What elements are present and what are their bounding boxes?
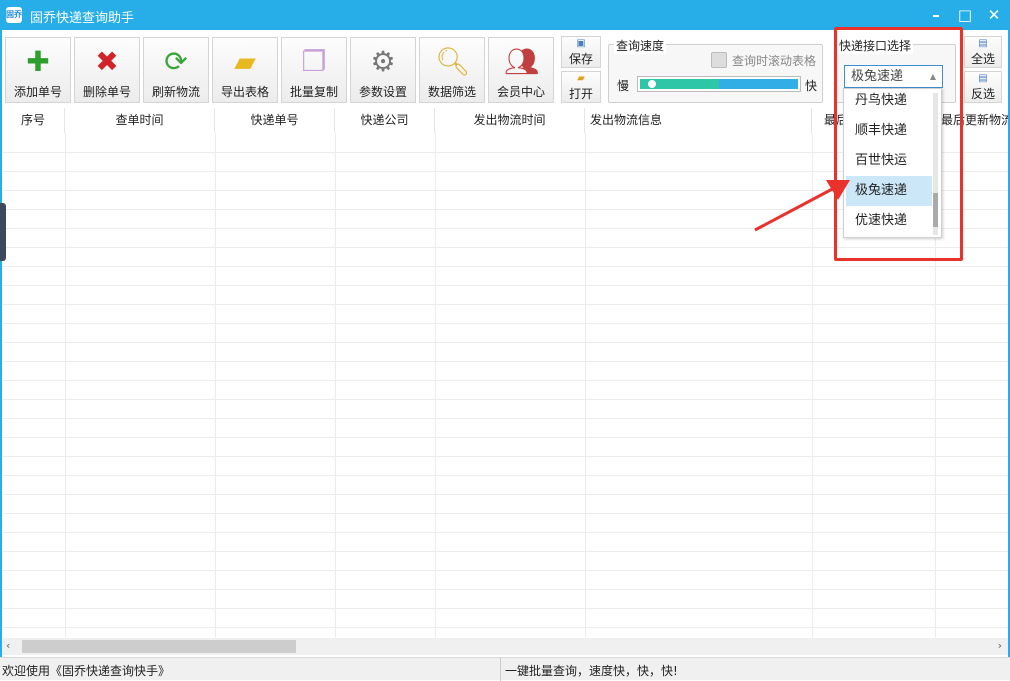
table-row[interactable] (2, 380, 1008, 381)
table-row[interactable] (2, 285, 1008, 286)
scroll-table-checkbox[interactable] (711, 52, 727, 68)
scrollbar-thumb[interactable] (22, 640, 296, 653)
button-label: 删除单号 (75, 83, 139, 100)
close-button[interactable]: ✕ (980, 4, 1008, 26)
folder-export-icon: ▰ (228, 46, 262, 78)
table-row[interactable] (2, 266, 1008, 267)
button-label: 刷新物流 (144, 83, 208, 100)
column-divider (335, 133, 336, 638)
scroll-table-label: 查询时滚动表格 (732, 52, 816, 69)
button-label: 参数设置 (351, 83, 415, 100)
button-label: 导出表格 (213, 83, 277, 100)
scroll-left-icon[interactable]: ‹ (6, 639, 10, 652)
table-row[interactable] (2, 304, 1008, 305)
button-label: 数据筛选 (420, 83, 484, 100)
slider-thumb[interactable] (648, 80, 656, 88)
table-row[interactable] (2, 342, 1008, 343)
title-bar: 固乔 固乔快递查询助手 – □ ✕ (0, 0, 1010, 30)
col-send-info[interactable]: 发出物流信息 (585, 108, 812, 133)
invert-select-label: 反选 (971, 87, 995, 101)
search-filter-icon: 🔍︎ (435, 46, 469, 78)
refresh-logistics-button[interactable]: ⟳ 刷新物流 (143, 37, 209, 103)
table-row[interactable] (2, 608, 1008, 609)
column-divider (585, 133, 586, 638)
column-divider (435, 133, 436, 638)
annotation-arrow-icon (750, 170, 860, 240)
table-row[interactable] (2, 513, 1008, 514)
window-title: 固乔快递查询助手 (30, 7, 134, 26)
speed-slider[interactable] (637, 76, 801, 92)
table-row[interactable] (2, 627, 1008, 628)
column-divider (65, 133, 66, 638)
app-logo-icon: 固乔 (6, 7, 22, 23)
table-row[interactable] (2, 589, 1008, 590)
col-index[interactable]: 序号 (2, 108, 65, 133)
member-center-button[interactable]: 👥︎ 会员中心 (488, 37, 554, 103)
speed-group: 查询速度 查询时滚动表格 慢 快 (608, 44, 823, 103)
save-icon: ▣ (562, 37, 600, 50)
invert-select-icon: ▤ (965, 72, 1001, 85)
col-courier[interactable]: 快递公司 (335, 108, 435, 133)
table-row[interactable] (2, 437, 1008, 438)
export-table-button[interactable]: ▰ 导出表格 (212, 37, 278, 103)
copy-icon: ❐ (297, 46, 331, 78)
save-button[interactable]: ▣ 保存 (561, 36, 601, 68)
invert-select-button[interactable]: ▤ 反选 (964, 71, 1002, 103)
speed-legend: 查询速度 (614, 37, 666, 54)
status-bar: 欢迎使用《固乔快递查询快手》 一键批量查询，速度快，快，快! (0, 657, 1010, 680)
status-divider (500, 658, 501, 681)
column-divider (215, 133, 216, 638)
table-row[interactable] (2, 475, 1008, 476)
open-folder-icon: ▰ (562, 72, 600, 85)
button-label: 添加单号 (6, 83, 70, 100)
minimize-button[interactable]: – (922, 4, 950, 26)
table-row[interactable] (2, 551, 1008, 552)
select-all-icon: ▤ (965, 37, 1001, 50)
gear-icon: ⚙ (366, 46, 400, 78)
select-all-button[interactable]: ▤ 全选 (964, 36, 1002, 68)
col-tracking-number[interactable]: 快递单号 (215, 108, 335, 133)
refresh-icon: ⟳ (159, 46, 193, 78)
col-send-time[interactable]: 发出物流时间 (435, 108, 585, 133)
button-label: 批量复制 (282, 83, 346, 100)
plus-icon: ✚ (21, 46, 55, 78)
table-row[interactable] (2, 361, 1008, 362)
settings-button[interactable]: ⚙ 参数设置 (350, 37, 416, 103)
open-label: 打开 (569, 87, 593, 101)
button-label: 会员中心 (489, 83, 553, 100)
data-filter-button[interactable]: 🔍︎ 数据筛选 (419, 37, 485, 103)
batch-copy-button[interactable]: ❐ 批量复制 (281, 37, 347, 103)
open-button[interactable]: ▰ 打开 (561, 71, 601, 103)
table-row[interactable] (2, 494, 1008, 495)
fast-label: 快 (805, 77, 817, 94)
delete-number-button[interactable]: ✖ 删除单号 (74, 37, 140, 103)
add-number-button[interactable]: ✚ 添加单号 (5, 37, 71, 103)
table-row[interactable] (2, 570, 1008, 571)
horizontal-scrollbar[interactable]: ‹ › (2, 638, 1008, 655)
table-row[interactable] (2, 532, 1008, 533)
scroll-right-icon[interactable]: › (998, 639, 1002, 652)
status-slogan: 一键批量查询，速度快，快，快! (505, 662, 678, 679)
table-row[interactable] (2, 418, 1008, 419)
delete-x-icon: ✖ (90, 46, 124, 78)
select-all-label: 全选 (971, 52, 995, 66)
col-query-time[interactable]: 查单时间 (65, 108, 215, 133)
table-row[interactable] (2, 399, 1008, 400)
side-handle[interactable] (0, 203, 6, 261)
maximize-button[interactable]: □ (951, 4, 979, 26)
users-icon: 👥︎ (504, 46, 538, 78)
slow-label: 慢 (617, 77, 629, 94)
table-row[interactable] (2, 323, 1008, 324)
save-label: 保存 (569, 52, 593, 66)
status-welcome: 欢迎使用《固乔快递查询快手》 (2, 662, 170, 679)
table-row[interactable] (2, 456, 1008, 457)
